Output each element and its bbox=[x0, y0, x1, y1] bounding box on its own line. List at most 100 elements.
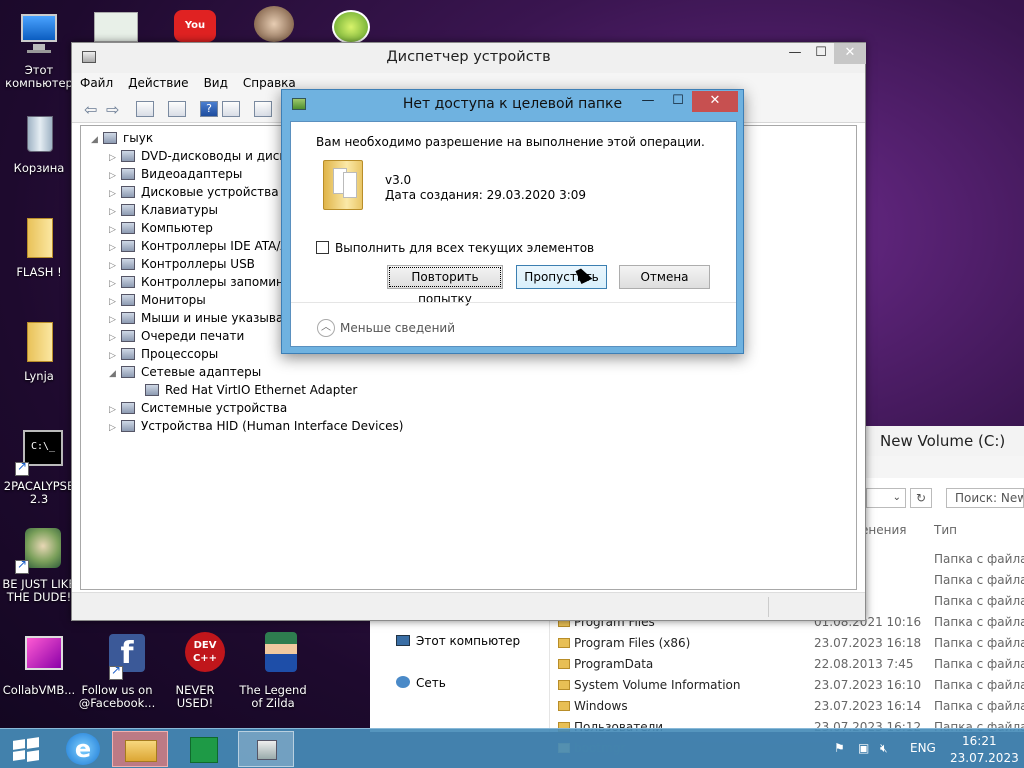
desktop-icon-devcpp[interactable]: DEV C++ NEVER USED! bbox=[156, 632, 234, 710]
tree-category[interactable]: ▷ Системные устройства bbox=[109, 399, 287, 417]
tree-category[interactable]: ▷ Компьютер bbox=[109, 219, 213, 237]
tree-category[interactable]: ▷ Дисковые устройства bbox=[109, 183, 279, 201]
apply-all-checkbox[interactable] bbox=[316, 241, 329, 254]
cancel-button[interactable]: Отмена bbox=[619, 265, 710, 289]
tree-device[interactable]: Red Hat VirtIO Ethernet Adapter bbox=[145, 381, 357, 399]
tree-category[interactable]: ▷ Клавиатуры bbox=[109, 201, 218, 219]
device-category-icon bbox=[121, 204, 135, 216]
desktop-icon-collabvm[interactable]: CollabVMB... bbox=[0, 632, 78, 697]
close-button[interactable]: ✕ bbox=[834, 43, 866, 64]
flag-icon[interactable]: ⚑ bbox=[834, 741, 845, 755]
desktop-icon-label: The Legend of Zilda bbox=[239, 683, 307, 710]
internet-explorer-icon[interactable]: e bbox=[56, 731, 112, 767]
shortcut-arrow-icon bbox=[15, 460, 29, 476]
volume-muted-icon[interactable]: 🔇︎ bbox=[880, 741, 888, 756]
file-name[interactable]: Windows bbox=[574, 699, 628, 713]
desktop-icon-flash[interactable]: FLASH ! bbox=[0, 214, 78, 279]
address-dropdown[interactable]: ⌄ bbox=[866, 488, 906, 508]
less-details-link[interactable]: Меньше сведений bbox=[340, 321, 455, 335]
menu-action[interactable]: Действие bbox=[120, 73, 195, 90]
monitor-icon bbox=[15, 12, 63, 60]
menu-file[interactable]: Файл bbox=[72, 73, 120, 90]
desktop-icon-recycle-bin[interactable]: Корзина bbox=[0, 110, 78, 175]
tree-category[interactable]: ▷ Устройства HID (Human Interface Devices… bbox=[109, 417, 403, 435]
expand-icon[interactable]: ▷ bbox=[109, 419, 121, 437]
tree-category[interactable]: ▷ Процессоры bbox=[109, 345, 218, 363]
desktop-icon-zilda[interactable]: The Legend of Zilda bbox=[234, 632, 312, 710]
nav-this-pc[interactable]: Этот компьютер bbox=[396, 634, 520, 648]
tree-item-label: Мыши и иные указываю bbox=[141, 311, 294, 325]
desktop-icon-label: FLASH ! bbox=[16, 265, 62, 279]
collapse-icon[interactable]: ◢ bbox=[109, 365, 121, 383]
dm-title: Диспетчер устройств bbox=[386, 49, 551, 65]
desktop-icon-label: BE JUST LIKE THE DUDE! bbox=[2, 577, 76, 604]
device-category-icon bbox=[121, 420, 135, 432]
file-type: Папка с файлам bbox=[934, 678, 1024, 692]
tree-category[interactable]: ▷ Мониторы bbox=[109, 291, 206, 309]
file-name[interactable]: System Volume Information bbox=[574, 678, 740, 692]
file-name[interactable]: ProgramData bbox=[574, 657, 653, 671]
search-input[interactable]: Поиск: New V bbox=[946, 488, 1024, 508]
clock-time[interactable]: 16:21 bbox=[962, 734, 997, 748]
tree-root-label: гыук bbox=[123, 131, 154, 145]
file-explorer-icon[interactable] bbox=[112, 731, 168, 767]
view-icon[interactable] bbox=[222, 101, 240, 117]
tree-item-label: Сетевые адаптеры bbox=[141, 365, 262, 379]
lime-icon[interactable] bbox=[332, 10, 370, 44]
collapse-icon[interactable]: ◢ bbox=[91, 131, 103, 149]
tree-category[interactable]: ▷ Очереди печати bbox=[109, 327, 244, 345]
tree-category[interactable]: ▷ Мыши и иные указываю bbox=[109, 309, 293, 327]
scan-hardware-icon[interactable] bbox=[254, 101, 272, 117]
file-type: Папка с файлам bbox=[934, 594, 1024, 608]
shortcut-arrow-icon bbox=[109, 664, 123, 680]
file-type: Папка с файлам bbox=[934, 699, 1024, 713]
desktop-icon-dude[interactable]: BE JUST LIKE THE DUDE! bbox=[0, 526, 78, 604]
dialog-minimize-button[interactable]: — bbox=[636, 91, 660, 112]
tree-category[interactable]: ▷ Контроллеры IDE ATA/AT bbox=[109, 237, 295, 255]
dialog-close-button[interactable]: ✕ bbox=[692, 91, 738, 112]
column-header-type[interactable]: Тип bbox=[934, 523, 957, 537]
start-button[interactable] bbox=[0, 731, 56, 767]
column-header-date[interactable]: енения bbox=[861, 523, 906, 537]
device-manager-task-icon[interactable] bbox=[238, 731, 294, 767]
portrait-icon[interactable] bbox=[254, 6, 294, 42]
tree-category[interactable]: ▷ Контроллеры USB bbox=[109, 255, 255, 273]
tree-category[interactable]: ▷ Контроллеры запоминан bbox=[109, 273, 299, 291]
game-icon bbox=[249, 632, 297, 680]
back-arrow-icon[interactable]: ⇦ bbox=[84, 100, 97, 119]
desktop-icon-label: NEVER USED! bbox=[175, 683, 215, 710]
document-icon[interactable] bbox=[94, 12, 138, 42]
tree-root[interactable]: ◢ гыук bbox=[91, 129, 153, 147]
file-name[interactable]: Program Files (x86) bbox=[574, 636, 690, 650]
help-icon[interactable]: ? bbox=[200, 101, 218, 117]
menu-help[interactable]: Справка bbox=[235, 73, 303, 90]
tree-category[interactable]: ▷ Видеоадаптеры bbox=[109, 165, 242, 183]
properties-icon[interactable] bbox=[136, 101, 154, 117]
refresh-icon[interactable]: ↻ bbox=[910, 488, 932, 508]
forward-arrow-icon[interactable]: ⇨ bbox=[106, 100, 119, 119]
tree-item-label: Контроллеры IDE ATA/AT bbox=[141, 239, 295, 253]
skip-button[interactable]: Пропустить bbox=[516, 265, 607, 289]
device-category-icon bbox=[121, 168, 135, 180]
store-icon[interactable] bbox=[176, 731, 232, 767]
desktop-icon-this-pc[interactable]: Этот компьютер bbox=[0, 12, 78, 90]
network-tray-icon[interactable]: ▣ bbox=[858, 741, 869, 755]
tree-category[interactable]: ▷ DVD-дисководы и дисков bbox=[109, 147, 301, 165]
tree-category[interactable]: ◢ Сетевые адаптеры bbox=[109, 363, 261, 381]
language-indicator[interactable]: ENG bbox=[910, 741, 936, 755]
dialog-maximize-button[interactable]: ☐ bbox=[666, 91, 690, 112]
chevron-up-icon[interactable]: ︿ bbox=[317, 319, 335, 337]
nav-network[interactable]: Сеть bbox=[396, 676, 446, 690]
access-denied-dialog[interactable]: Нет доступа к целевой папке — ☐ ✕ Вам не… bbox=[281, 89, 744, 354]
maximize-button[interactable]: ☐ bbox=[808, 43, 834, 64]
apply-all-label[interactable]: Выполнить для всех текущих элементов bbox=[335, 241, 594, 255]
menu-view[interactable]: Вид bbox=[196, 73, 235, 90]
desktop-icon-facebook[interactable]: f Follow us on @Facebook... bbox=[78, 632, 156, 710]
minimize-button[interactable]: — bbox=[782, 43, 808, 64]
youtube-icon[interactable]: You Tube bbox=[174, 10, 216, 63]
list-icon[interactable] bbox=[168, 101, 186, 117]
desktop-icon-2pacalypse[interactable]: C:\_ 2PACALYPSE 2.3 bbox=[0, 428, 78, 506]
retry-button[interactable]: Повторить попытку bbox=[387, 265, 503, 306]
clock-date[interactable]: 23.07.2023 bbox=[950, 751, 1019, 765]
desktop-icon-lynja[interactable]: Lynja bbox=[0, 318, 78, 383]
